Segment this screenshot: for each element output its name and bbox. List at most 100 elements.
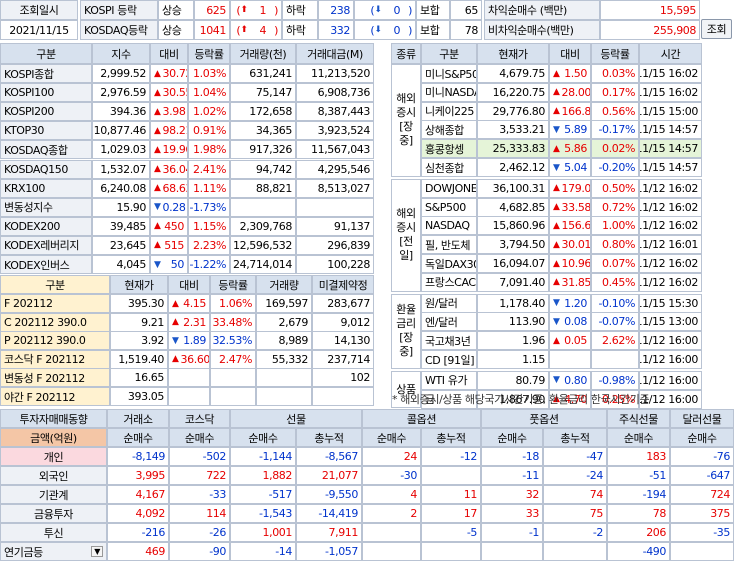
world-item-name[interactable]: 엔/달러	[421, 312, 477, 332]
futures-header-2: 대비	[168, 275, 210, 294]
index-change: ▼ 0.28	[150, 197, 188, 217]
futures-change: ▼ 1.89	[168, 331, 210, 351]
investor-value: 24	[362, 447, 421, 466]
futures-volume: 169,597	[256, 294, 312, 313]
world-item-name[interactable]: 홍콩항셍	[421, 139, 477, 159]
futures-name[interactable]: 야간 F 202112	[0, 387, 110, 406]
world-time: 11/15 16:02	[639, 64, 702, 83]
world-item-name[interactable]: 국고채3년	[421, 331, 477, 351]
world-item-name[interactable]: NASDAQ	[421, 216, 477, 236]
up-triangle-icon: ▲	[154, 183, 161, 194]
index-name[interactable]: 변동성지수	[0, 197, 92, 217]
world-change: ▲ 30.01	[549, 235, 591, 255]
change-value: 5.86	[564, 142, 587, 156]
index-name[interactable]: KODEX인버스	[0, 255, 92, 274]
futures-name[interactable]: 코스닥 F 202112	[0, 349, 110, 369]
world-item-name[interactable]: 원/달러	[421, 293, 477, 313]
investor-subheader: 순매수	[107, 428, 169, 447]
change-value: 28.00	[561, 85, 591, 99]
query-button[interactable]: 조회	[701, 19, 732, 39]
world-item-name[interactable]: DOWJONES	[421, 178, 477, 198]
world-item-name[interactable]: CD [91일]	[421, 350, 477, 369]
index-name[interactable]: KOSPI종합	[0, 64, 92, 83]
change-value: 0.05	[564, 334, 587, 348]
world-price: 16,220.75	[477, 82, 549, 102]
investor-type[interactable]: 기관계	[0, 485, 107, 504]
world-rate: 0.07%	[591, 254, 639, 273]
index-name[interactable]: KODEX레버리지	[0, 235, 92, 255]
index-name[interactable]: KOSDAQ종합	[0, 140, 92, 160]
world-item-name[interactable]: 상해종합	[421, 120, 477, 140]
futures-volume: 2,679	[256, 312, 312, 332]
index-name[interactable]: KOSPI100	[0, 83, 92, 103]
world-rate: -0.17%	[591, 120, 639, 140]
investor-value: 3,995	[107, 466, 169, 485]
timezone-note: * 해외증시/상품 해당국가시간기준, 환율금리 한국시간기준	[392, 393, 650, 406]
index-header-2: 대비	[150, 43, 188, 64]
world-item-name[interactable]: 심천종합	[421, 158, 477, 177]
down-triangle-icon: ▼	[553, 298, 560, 309]
kospi-flat-label: 보합	[416, 0, 450, 20]
world-rate: 0.72%	[591, 197, 639, 217]
index-change: ▲19.96	[150, 140, 188, 160]
index-value: 2,976.59	[92, 83, 150, 103]
investor-value: -14,419	[296, 504, 362, 523]
world-item-name[interactable]: 미니NASDAQ	[421, 82, 477, 102]
index-name[interactable]: KODEX200	[0, 216, 92, 236]
futures-name[interactable]: F 202112	[0, 294, 110, 313]
world-item-name[interactable]: 독일DAX30	[421, 254, 477, 273]
world-time: 11/15 16:02	[639, 82, 702, 102]
world-rate: 0.02%	[591, 139, 639, 159]
investor-value: 78	[607, 504, 670, 523]
index-rate: 2.23%	[188, 235, 230, 255]
futures-open-interest: 237,714	[312, 349, 374, 369]
world-time: 11/12 16:02	[639, 254, 702, 273]
up-triangle-icon: ▲	[553, 277, 560, 288]
index-name[interactable]: KOSPI200	[0, 102, 92, 122]
change-value: 179.08	[561, 181, 591, 195]
investor-type[interactable]: 외국인	[0, 466, 107, 485]
investor-type[interactable]: 연기금등 ▼	[0, 542, 107, 561]
dropdown-arrow-icon[interactable]: ▼	[91, 546, 103, 557]
world-item-name[interactable]: 프랑스CAC40	[421, 272, 477, 292]
investor-type[interactable]: 개인	[0, 447, 107, 466]
up-triangle-icon: ▲	[154, 221, 161, 232]
world-change	[549, 350, 591, 369]
index-name[interactable]: KTOP30	[0, 121, 92, 141]
world-item-name[interactable]: WTI 유가	[421, 370, 477, 390]
investor-group-header: 콜옵션	[362, 409, 481, 428]
futures-name[interactable]: C 202112 390.0	[0, 312, 110, 332]
world-header-3: 대비	[549, 43, 591, 64]
world-item-name[interactable]: 필, 반도체	[421, 235, 477, 255]
index-rate: -1.73%	[188, 197, 230, 217]
kospi-down-count: 238	[318, 0, 354, 20]
query-date[interactable]: 2021/11/15	[0, 20, 78, 40]
world-category: 해외증시[장중]	[391, 64, 421, 177]
index-name[interactable]: KRX100	[0, 178, 92, 198]
world-change: ▼ 0.80	[549, 370, 591, 390]
investor-value: -47	[543, 447, 607, 466]
futures-price: 393.05	[110, 387, 168, 406]
index-name[interactable]: KOSDAQ150	[0, 159, 92, 179]
investor-value: -30	[362, 466, 421, 485]
world-price: 80.79	[477, 370, 549, 390]
investor-value: 724	[670, 485, 734, 504]
investor-value: -26	[169, 523, 230, 542]
world-item-name[interactable]: S&P500	[421, 197, 477, 217]
change-value: 1.20	[564, 296, 587, 310]
world-item-name[interactable]: 미니S&P500	[421, 64, 477, 83]
world-item-name[interactable]: 니케이225	[421, 101, 477, 121]
change-value: 30.72	[162, 67, 187, 80]
futures-name[interactable]: 변동성 F 202112	[0, 368, 110, 388]
world-time: 11/15 14:57	[639, 139, 702, 159]
change-value: 98.21	[162, 124, 187, 138]
investor-type[interactable]: 금융투자	[0, 504, 107, 523]
investor-group-header: 주식선물	[607, 409, 670, 428]
index-header-5: 거래대금(M)	[296, 43, 374, 64]
futures-change	[168, 387, 210, 406]
index-volume: 631,241	[230, 64, 296, 83]
futures-name[interactable]: P 202112 390.0	[0, 331, 110, 351]
futures-header-4: 거래량	[256, 275, 312, 294]
investor-type[interactable]: 투신	[0, 523, 107, 542]
investor-value	[362, 523, 421, 542]
